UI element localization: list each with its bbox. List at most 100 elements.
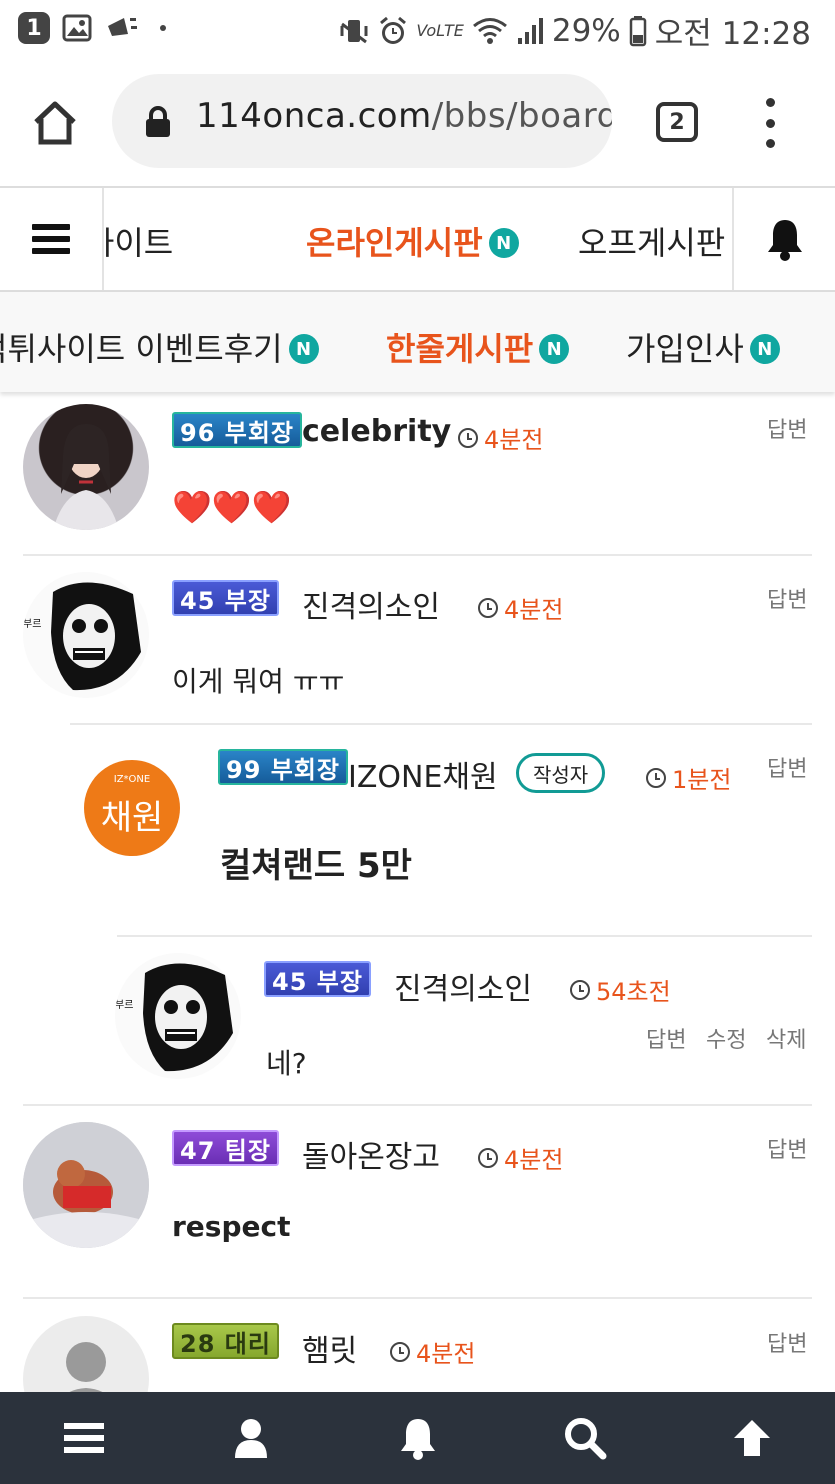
- comment-time: 4분전: [478, 590, 563, 625]
- bell-icon: [767, 220, 802, 261]
- hamburger-icon: [32, 224, 70, 254]
- time-text: 4분전: [416, 1340, 476, 1368]
- home-button[interactable]: [30, 98, 80, 148]
- svg-text:부르: 부르: [23, 619, 41, 630]
- delete-button[interactable]: 삭제: [766, 1022, 806, 1054]
- volte-label: VoLTE: [416, 21, 464, 40]
- avatar[interactable]: 부르: [115, 953, 241, 1079]
- url-host: 114onca.com: [196, 96, 432, 136]
- clock-icon: [390, 1341, 410, 1362]
- clock-icon: [458, 427, 478, 448]
- reply-button[interactable]: 답변: [767, 751, 807, 783]
- bottom-search-button[interactable]: [555, 1408, 615, 1468]
- comment-text: ❤️❤️❤️: [172, 488, 292, 526]
- dot-icon: [160, 25, 166, 31]
- nickname[interactable]: celebrity: [302, 414, 451, 449]
- url-text: 114onca.com/bbs/board: [196, 96, 612, 136]
- nickname[interactable]: IZONE채원: [348, 752, 498, 796]
- level-badge: 28 대리: [172, 1323, 279, 1359]
- subnav-tab-label: 가입인사: [626, 330, 744, 368]
- reply-button[interactable]: 답변: [646, 1022, 686, 1054]
- subnav-tab-greetings[interactable]: 가입인사 N: [626, 324, 780, 370]
- divider: [23, 1297, 812, 1299]
- reply-button[interactable]: 답변: [767, 1132, 807, 1164]
- arrow-up-icon: [733, 1420, 770, 1456]
- address-bar[interactable]: 114onca.com/bbs/board: [112, 74, 612, 168]
- level-badge: 45 부장: [172, 580, 279, 616]
- level-badge: 96 부회장: [172, 412, 302, 448]
- notification-button[interactable]: [732, 188, 835, 290]
- nickname[interactable]: 진격의소인: [302, 582, 440, 626]
- level-badge: 99 부회장: [218, 749, 348, 785]
- home-icon: [34, 101, 76, 145]
- notification-count: 1: [18, 12, 50, 44]
- browser-menu-button[interactable]: [760, 98, 780, 148]
- comment-text: respect: [172, 1210, 291, 1243]
- comment-text: 컬쳐랜드 5만: [220, 846, 412, 886]
- gallery-icon: [62, 14, 92, 42]
- subnav-tab-label: 한줄게시판: [386, 330, 534, 368]
- time-text: 4분전: [504, 1146, 564, 1174]
- alarm-icon: [380, 16, 407, 44]
- avatar[interactable]: [23, 404, 149, 530]
- nav-tab-label: 온라인게시판: [306, 224, 483, 262]
- new-badge: N: [488, 228, 519, 258]
- bottom-user-button[interactable]: [221, 1408, 281, 1468]
- avatar-photo: [23, 1122, 149, 1248]
- menu-icon: [63, 1423, 104, 1453]
- new-badge: N: [288, 334, 319, 364]
- search-icon: [564, 1418, 606, 1460]
- new-badge: N: [749, 334, 780, 364]
- clock-icon: [478, 1147, 498, 1168]
- avatar[interactable]: [23, 1316, 149, 1392]
- divider: [117, 935, 812, 937]
- nickname[interactable]: 돌아온장고: [302, 1132, 440, 1176]
- level-badge: 45 부장: [264, 961, 371, 997]
- scroll-top-button[interactable]: [722, 1408, 782, 1468]
- clock-icon: [646, 767, 666, 788]
- divider: [23, 1104, 812, 1106]
- subnav-tab-event-review[interactable]: 먹튀사이트 이벤트후기 N: [0, 324, 319, 370]
- avatar[interactable]: 부르: [23, 572, 149, 698]
- bell-icon: [400, 1419, 435, 1460]
- level-badge: 47 팀장: [172, 1130, 279, 1166]
- comment-time: 4분전: [390, 1334, 475, 1369]
- nickname[interactable]: 진격의소인: [394, 964, 532, 1008]
- tab-switcher-button[interactable]: 2: [656, 102, 698, 142]
- comment-list: 96 부회장 celebrity 4분전 답변 ❤️❤️❤️ 부르 45 부장 …: [0, 392, 835, 1392]
- nav-tab-scam-sites[interactable]: 먹튀사이트: [104, 218, 173, 264]
- comment-text: 네?: [266, 1047, 307, 1080]
- edit-button[interactable]: 수정: [706, 1022, 746, 1054]
- time-text: 54초전: [596, 978, 671, 1006]
- primary-nav-tabs: 먹튀사이트 온라인게시판N 오프게시판: [104, 188, 732, 290]
- nav-tab-online-board[interactable]: 온라인게시판 N: [306, 218, 519, 264]
- divider: [70, 723, 812, 725]
- reply-button[interactable]: 답변: [767, 582, 807, 614]
- comment-time: 1분전: [646, 760, 731, 795]
- clock-time: 오전 12:28: [654, 16, 811, 52]
- avatar[interactable]: IZ*ONE 채원: [84, 760, 180, 856]
- comment-text: 이게 뭐여 ㅠㅠ: [172, 665, 345, 698]
- avatar-text: 채원: [100, 798, 164, 838]
- subnav-tab-oneline-board[interactable]: 한줄게시판 N: [386, 324, 570, 370]
- hamburger-menu-button[interactable]: [0, 188, 104, 290]
- time-text: 4분전: [504, 596, 564, 624]
- avatar[interactable]: [23, 1122, 149, 1248]
- battery-icon: [629, 15, 647, 46]
- avatar-photo: 부르: [23, 582, 141, 691]
- reply-button[interactable]: 답변: [767, 412, 807, 444]
- bottom-menu-button[interactable]: [54, 1408, 114, 1468]
- time-text: 4분전: [484, 426, 544, 454]
- battery-percent: 29%: [551, 12, 621, 49]
- reply-button[interactable]: 답변: [767, 1326, 807, 1358]
- url-path: /bbs/board: [431, 96, 612, 136]
- bottom-notification-button[interactable]: [388, 1408, 448, 1468]
- nav-tab-label: 오프게시판: [578, 224, 726, 262]
- lock-icon: [146, 106, 170, 137]
- new-badge: N: [539, 334, 570, 364]
- secondary-nav: 먹튀사이트 이벤트후기 N 한줄게시판 N 가입인사 N: [0, 292, 835, 392]
- wifi-icon: [472, 17, 507, 44]
- nav-tab-offline-board[interactable]: 오프게시판: [578, 218, 725, 264]
- default-avatar-icon: [66, 1342, 106, 1392]
- nickname[interactable]: 햄릿: [302, 1326, 357, 1370]
